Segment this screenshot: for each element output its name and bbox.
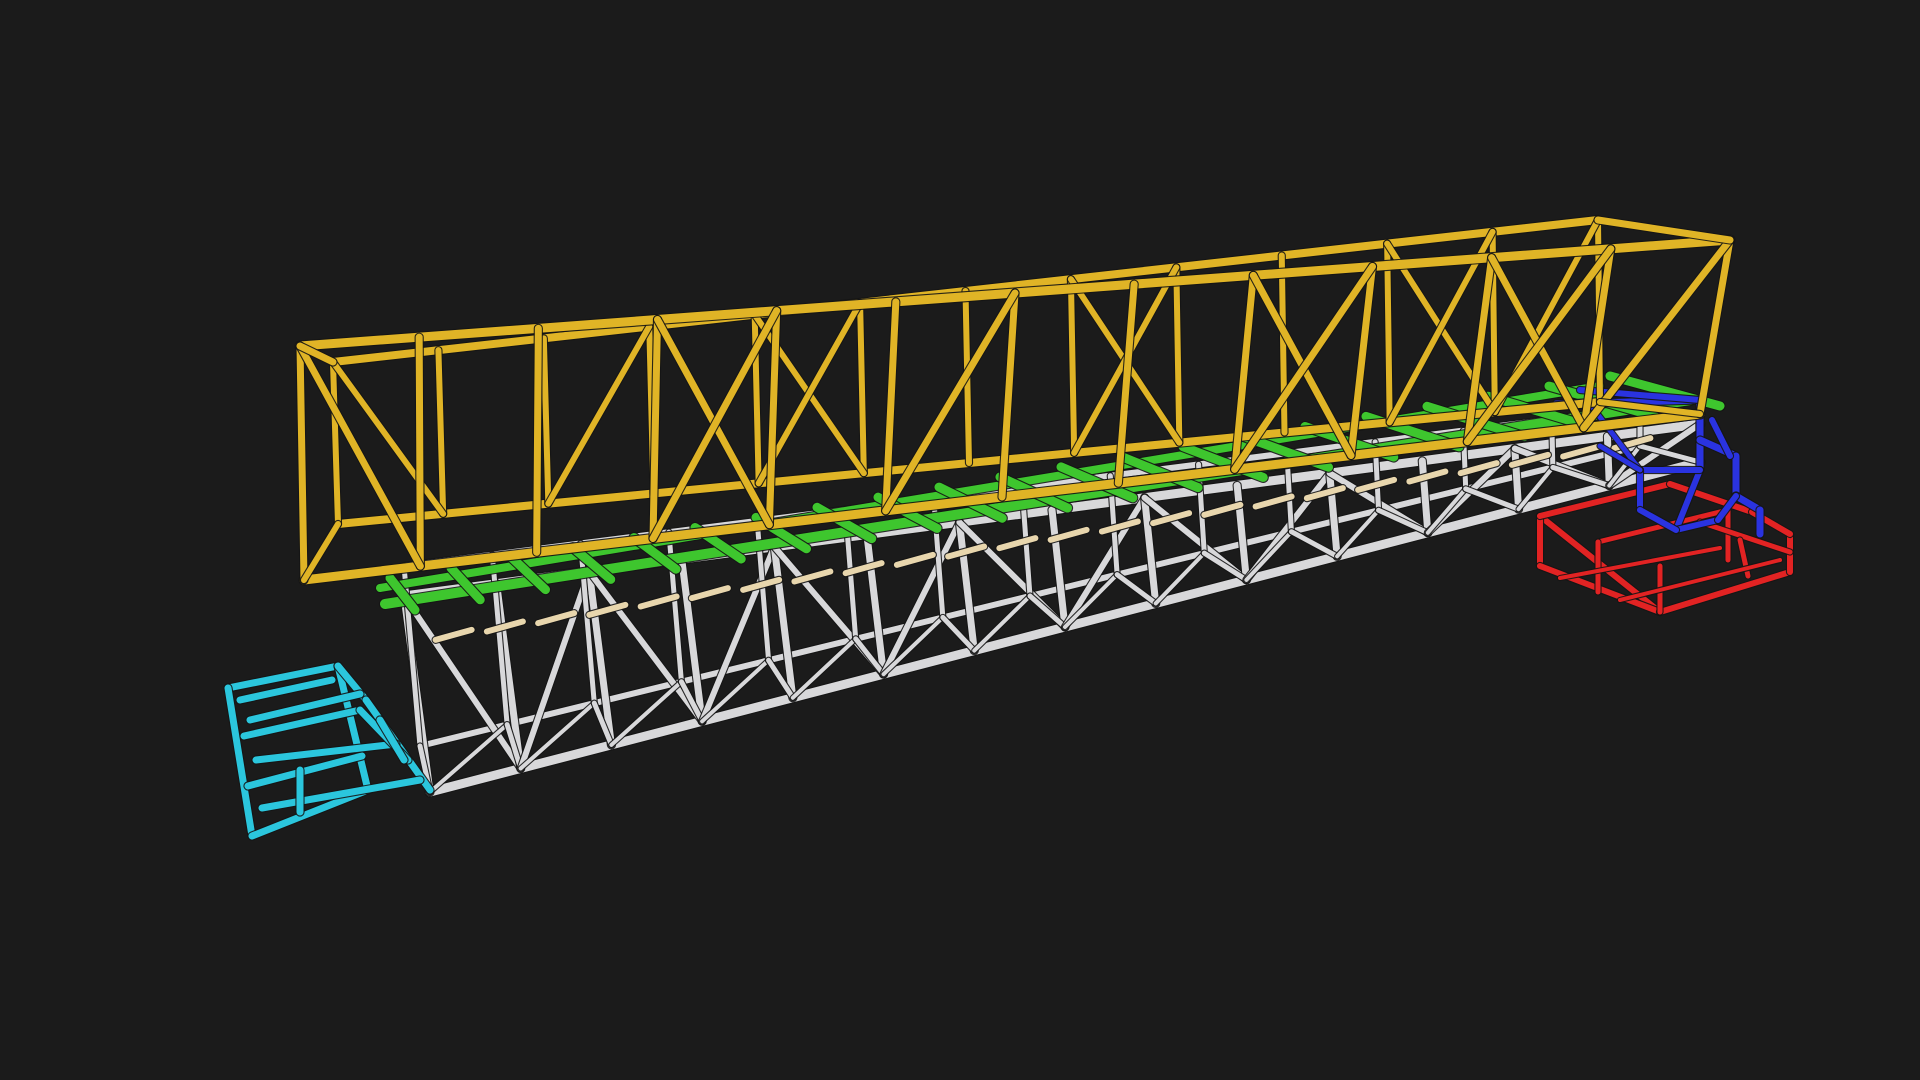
frame-post — [1233, 481, 1250, 584]
truss-end-tie — [1594, 216, 1734, 244]
deck-support-frame — [398, 403, 1706, 798]
truss-vertical — [1173, 264, 1183, 446]
truss-vertical — [649, 316, 661, 542]
frame-post — [955, 518, 978, 655]
truss-diagonal — [545, 323, 653, 507]
stair-member — [224, 684, 256, 840]
frame-post — [1511, 445, 1523, 513]
frame-post — [1326, 469, 1341, 560]
left-stairs — [223, 661, 435, 841]
truss-vertical — [415, 333, 424, 570]
frame-bottom-tie — [1463, 486, 1522, 512]
bridge-model-view[interactable] — [0, 0, 1920, 1080]
frame-bottom-tie — [1288, 529, 1340, 559]
3d-viewport[interactable] — [0, 0, 1920, 1080]
truss-vertical — [533, 324, 542, 556]
frame-brace — [880, 519, 963, 678]
frame-post — [1603, 432, 1613, 490]
truss-vertical — [857, 299, 867, 477]
truss-vertical — [1067, 276, 1078, 456]
truss-vertical — [296, 342, 308, 584]
stair-member — [252, 740, 400, 764]
stair-rail — [1657, 569, 1793, 615]
